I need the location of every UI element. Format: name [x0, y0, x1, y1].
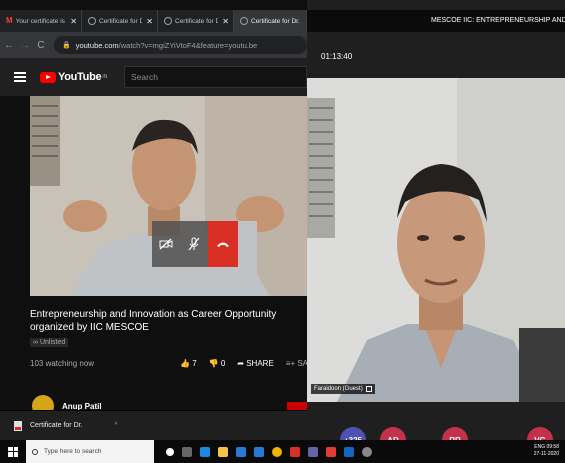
- dislike-button[interactable]: 👎 0: [209, 359, 232, 368]
- download-shelf: Certificate for Dr. ^: [0, 410, 307, 440]
- speaker-video-image: [307, 78, 565, 402]
- app-icon[interactable]: [290, 446, 300, 457]
- windows-start-icon[interactable]: [8, 446, 18, 457]
- meeting-timer: 01:13:40: [321, 52, 353, 61]
- watching-count: 103 watching now: [30, 359, 95, 368]
- mail-icon[interactable]: [254, 446, 264, 457]
- youtube-logo-text: YouTube: [58, 71, 102, 83]
- teams-icon[interactable]: [308, 446, 318, 457]
- download-file-name[interactable]: Certificate for Dr.: [30, 422, 83, 429]
- pdf-file-icon: [14, 420, 22, 431]
- close-tab-icon[interactable]: ✕: [70, 17, 77, 26]
- camera-off-icon: [159, 238, 173, 250]
- globe-icon: [240, 17, 248, 25]
- video-title: Entrepreneurship and Innovation as Caree…: [30, 309, 277, 333]
- youtube-header: YouTube IN Search: [0, 58, 307, 96]
- meeting-window: MESCOE IIC: ENTREPRENEURSHIP AND IN 01:1…: [307, 0, 565, 440]
- browser-tab-strip: M Your certificate is in ✕ Certificate f…: [0, 10, 307, 32]
- globe-icon: [88, 17, 96, 25]
- system-tray: ENG 09:58 27-11-2020: [534, 444, 559, 458]
- tab-title: Certificate for Dr.: [251, 17, 300, 25]
- screen: M Your certificate is in ✕ Certificate f…: [0, 0, 565, 463]
- hang-up-icon: [217, 242, 229, 247]
- tab-title: Your certificate is in: [15, 17, 67, 25]
- url-path: /watch?v=mgiZYiVtoF4&feature=youtu.be: [118, 40, 258, 50]
- end-call-button[interactable]: [208, 221, 238, 267]
- language-indicator[interactable]: ENG: [534, 444, 545, 450]
- app-icon[interactable]: [344, 446, 354, 457]
- settings-icon[interactable]: [362, 446, 372, 457]
- pin-icon[interactable]: [365, 386, 372, 392]
- chrome-icon[interactable]: [272, 446, 282, 457]
- video-call-controls: [152, 221, 238, 267]
- menu-icon[interactable]: [14, 72, 26, 82]
- share-button[interactable]: ➦ SHARE: [237, 359, 280, 368]
- gmail-icon: M: [6, 16, 13, 25]
- pdf-reader-icon[interactable]: [326, 446, 336, 457]
- youtube-region-code: IN: [102, 74, 108, 80]
- browser-tab-certificate-2[interactable]: Certificate for Dr. A ✕: [158, 10, 234, 32]
- youtube-logo[interactable]: YouTube IN: [40, 71, 107, 83]
- close-tab-icon[interactable]: ✕: [222, 17, 229, 26]
- speaker-video: Faraidoon (Guest): [307, 78, 565, 402]
- like-button[interactable]: 👍 7: [180, 359, 203, 368]
- url-host: youtube.com: [75, 40, 119, 50]
- clock-date[interactable]: 27-11-2020: [534, 451, 559, 457]
- url-field[interactable]: 🔒 youtube.com/watch?v=mgiZYiVtoF4&featur…: [54, 36, 307, 54]
- meeting-title: MESCOE IIC: ENTREPRENEURSHIP AND IN: [307, 10, 565, 32]
- taskbar-search-input[interactable]: Type here to search: [26, 440, 154, 463]
- video-actions: 👍 7 👎 0 ➦ SHARE ≡+ SA: [180, 359, 320, 368]
- cortana-icon[interactable]: [166, 447, 174, 456]
- taskbar-search-placeholder: Type here to search: [44, 448, 102, 455]
- lock-icon: 🔒: [62, 42, 71, 49]
- youtube-video-player[interactable]: [30, 96, 307, 296]
- speaker-name-label: Faraidoon (Guest): [311, 384, 375, 394]
- subscribe-button[interactable]: [287, 402, 307, 410]
- globe-icon: [164, 17, 172, 25]
- edge-icon[interactable]: [200, 446, 210, 457]
- chevron-up-icon[interactable]: ^: [115, 422, 118, 429]
- browser-window: M Your certificate is in ✕ Certificate f…: [0, 0, 308, 440]
- reload-icon[interactable]: C: [34, 40, 48, 51]
- file-explorer-icon[interactable]: [218, 446, 228, 457]
- mic-off-icon: [188, 237, 200, 251]
- browser-tab-certificate-1[interactable]: Certificate for Dr. A ✕: [82, 10, 158, 32]
- browser-tab-certificate-3[interactable]: Certificate for Dr.: [234, 10, 307, 32]
- close-tab-icon[interactable]: ✕: [146, 17, 153, 26]
- tab-title: Certificate for Dr. A: [99, 17, 142, 25]
- store-icon[interactable]: [236, 446, 246, 457]
- youtube-play-icon: [40, 71, 56, 83]
- mute-button[interactable]: [180, 221, 208, 267]
- tab-title: Certificate for Dr. A: [175, 17, 218, 25]
- search-icon: [32, 448, 38, 455]
- forward-arrow-icon[interactable]: →: [18, 40, 32, 51]
- windows-taskbar: Type here to search ENG 09:58 27-11-2020: [0, 440, 565, 463]
- browser-tab-gmail[interactable]: M Your certificate is in ✕: [0, 10, 82, 32]
- address-bar-row: ← → C 🔒 youtube.com/watch?v=mgiZYiVtoF4&…: [0, 32, 307, 58]
- search-input[interactable]: Search: [124, 66, 307, 88]
- clock-time[interactable]: 09:58: [546, 444, 559, 450]
- unlisted-badge: ∞ Unlisted: [30, 338, 69, 347]
- camera-off-button[interactable]: [152, 221, 180, 267]
- task-view-icon[interactable]: [182, 446, 192, 457]
- back-arrow-icon[interactable]: ←: [2, 40, 16, 51]
